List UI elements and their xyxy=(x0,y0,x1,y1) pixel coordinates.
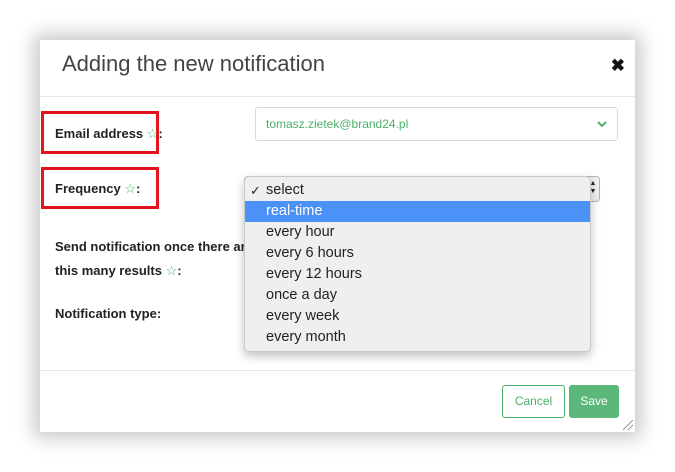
email-select[interactable]: tomasz.zietek@brand24.pl xyxy=(255,107,618,141)
frequency-option[interactable]: real-time xyxy=(245,201,590,222)
frequency-option[interactable]: every 6 hours xyxy=(245,243,590,264)
modal-footer: Cancel Save xyxy=(40,370,635,433)
results-label-line1: Send notification once there are xyxy=(55,239,253,254)
frequency-option[interactable]: every month xyxy=(245,327,590,348)
frequency-label: Frequency ☆: xyxy=(55,181,140,197)
required-star-icon: ☆ xyxy=(124,181,137,196)
frequency-option-label: every hour xyxy=(266,224,335,240)
notification-type-label: Notification type: xyxy=(55,306,162,321)
results-threshold-label: Send notification once there are xyxy=(55,239,253,254)
frequency-label-text: Frequency xyxy=(55,181,121,196)
frequency-option[interactable]: ✓ select xyxy=(245,180,590,201)
close-icon[interactable]: ✖ xyxy=(611,54,625,78)
frequency-label-colon: : xyxy=(136,181,141,196)
frequency-option-label: every month xyxy=(266,329,346,345)
frequency-dropdown-list: ✓ select real-time every hour every 6 ho… xyxy=(244,176,591,352)
modal-header: Adding the new notification ✖ xyxy=(40,40,635,97)
required-star-icon: ☆ xyxy=(165,263,178,278)
email-label: Email address ☆: xyxy=(55,126,163,142)
frequency-option-label: select xyxy=(266,182,304,198)
email-label-text: Email address xyxy=(55,126,144,141)
chevron-down-icon xyxy=(597,108,607,140)
email-label-colon: : xyxy=(158,126,163,141)
required-star-icon: ☆ xyxy=(146,126,159,141)
resize-handle-icon[interactable] xyxy=(623,420,633,430)
save-button[interactable]: Save xyxy=(569,385,619,418)
frequency-option-label: once a day xyxy=(266,287,337,303)
results-label-line2: this many results xyxy=(55,263,162,278)
frequency-option[interactable]: every hour xyxy=(245,222,590,243)
frequency-option-label: every 12 hours xyxy=(266,266,362,282)
results-label-colon: : xyxy=(177,263,182,278)
email-select-value: tomasz.zietek@brand24.pl xyxy=(266,117,409,131)
frequency-option[interactable]: every 12 hours xyxy=(245,264,590,285)
cancel-button[interactable]: Cancel xyxy=(502,385,565,418)
frequency-option[interactable]: once a day xyxy=(245,285,590,306)
frequency-option-label: every week xyxy=(266,308,340,324)
notification-modal: Adding the new notification ✖ Email addr… xyxy=(40,40,635,432)
frequency-option-label: real-time xyxy=(266,203,323,219)
frequency-option[interactable]: every week xyxy=(245,306,590,327)
results-threshold-label-2: this many results ☆: xyxy=(55,263,182,279)
frequency-option-label: every 6 hours xyxy=(266,245,354,261)
checkmark-icon: ✓ xyxy=(250,183,261,198)
modal-title: Adding the new notification xyxy=(62,51,325,76)
